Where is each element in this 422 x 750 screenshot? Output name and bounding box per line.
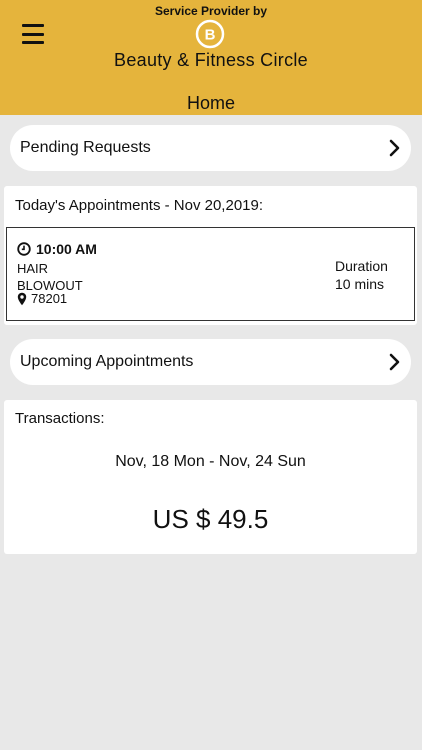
appointment-zip: 78201	[31, 291, 68, 306]
app-header: Service Provider by B Beauty & Fitness C…	[0, 0, 422, 115]
appointment-time: 10:00 AM	[36, 241, 97, 257]
provider-label: Service Provider by	[154, 4, 268, 18]
page-title: Home	[186, 93, 235, 113]
todays-appointments-title: Today's Appointments - Nov 20,2019:	[15, 197, 264, 214]
clock-icon	[17, 242, 31, 256]
pending-requests-label: Pending Requests	[20, 139, 151, 156]
upcoming-appointments-button[interactable]: Upcoming Appointments	[10, 339, 411, 385]
transactions-amount: US $ 49.5	[152, 504, 269, 534]
chevron-right-icon	[389, 139, 400, 157]
transactions-date-range: Nov, 18 Mon - Nov, 24 Sun	[115, 453, 306, 470]
upcoming-appointments-label: Upcoming Appointments	[20, 353, 194, 370]
transactions-panel: Transactions: Nov, 18 Mon - Nov, 24 Sun …	[4, 400, 417, 554]
brand-logo-icon: B	[195, 19, 225, 49]
duration-label: Duration	[335, 258, 388, 274]
brand-name: Beauty & Fitness Circle	[114, 50, 308, 70]
duration-value: 10 mins	[335, 276, 385, 292]
appointment-card[interactable]: 10:00 AM HAIR BLOWOUT 78201 Duration 10 …	[6, 227, 415, 321]
brand-logo-letter: B	[205, 27, 216, 44]
chevron-right-icon	[389, 353, 400, 371]
location-pin-icon	[17, 292, 27, 305]
transactions-title: Transactions:	[15, 410, 105, 427]
pending-requests-button[interactable]: Pending Requests	[10, 125, 411, 171]
hamburger-menu-icon[interactable]	[22, 24, 44, 44]
appointment-service-line-1: HAIR	[17, 261, 49, 276]
